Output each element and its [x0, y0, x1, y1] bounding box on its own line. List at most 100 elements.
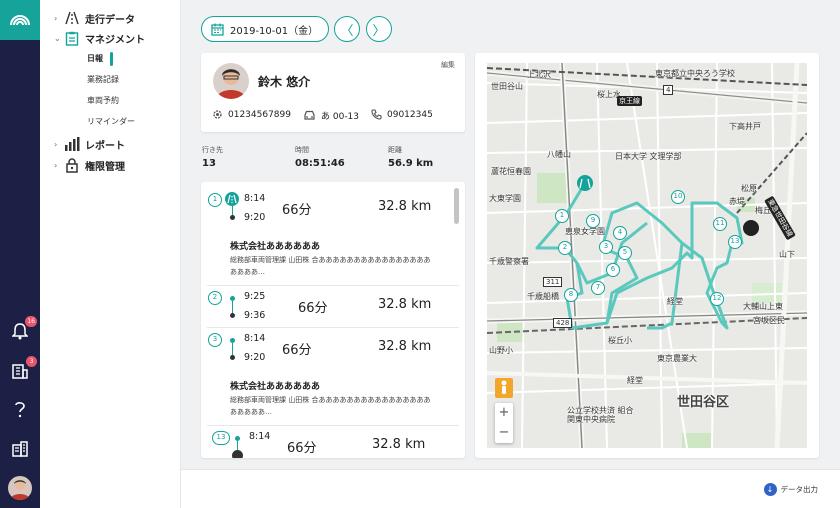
nav-item-daily-report[interactable]: 日報	[87, 52, 103, 66]
trip-distance: 32.8 km	[378, 339, 432, 354]
map-pin[interactable]: 4	[613, 226, 627, 240]
start-marker-icon	[225, 192, 239, 206]
trip-number: 3	[208, 333, 222, 347]
map-pin[interactable]: 1	[555, 209, 569, 223]
clipboard-icon	[64, 30, 80, 46]
user-avatar[interactable]	[8, 476, 32, 500]
nav-group-management[interactable]: ⌄ マネジメント	[54, 30, 145, 46]
driver-name: 鈴木 悠介	[258, 75, 311, 89]
nav-group-label: レポート	[85, 140, 125, 152]
trip-number: 2	[208, 291, 222, 305]
trip-start-time: 8:14	[244, 193, 266, 204]
trip-distance: 32.8 km	[378, 199, 432, 214]
car-icon	[304, 110, 315, 120]
nav-group-report[interactable]: › レポート	[54, 136, 125, 152]
trip-distance: 32.8 km	[372, 437, 426, 452]
nav-item-work-records[interactable]: 業務記録	[87, 73, 119, 87]
trip-end-time: 9:36	[244, 310, 266, 321]
prev-day-button[interactable]: 〈	[334, 16, 360, 42]
export-data-button[interactable]: ↓ データ出力	[763, 483, 819, 496]
map-pin[interactable]: 2	[558, 241, 572, 255]
nav-panel: › 走行データ ⌄ マネジメント 日報 業務記録 車両予約 リマインダー › レ…	[40, 0, 181, 508]
company-icon[interactable]	[9, 438, 31, 460]
stat-time: 時間 08:51:46	[295, 146, 345, 169]
map-pin[interactable]: 10	[671, 190, 685, 204]
next-day-button[interactable]: 〉	[366, 16, 392, 42]
trip-duration: 66分	[298, 301, 328, 316]
map-pin[interactable]: 12	[710, 292, 724, 306]
nav-item-vehicle-reservation[interactable]: 車両予約	[87, 94, 119, 108]
map-pin[interactable]: 3	[599, 240, 613, 254]
map-pin[interactable]: 7	[591, 281, 605, 295]
date-picker[interactable]: 2019-10-01（金）	[201, 16, 329, 42]
chevron-right-icon: 〉	[372, 23, 386, 39]
map-pin[interactable]: 5	[618, 246, 632, 260]
download-icon: ↓	[763, 483, 777, 496]
chevron-right-icon: ›	[54, 13, 58, 23]
trip-duration: 66分	[282, 203, 312, 218]
message-badge: 3	[26, 356, 37, 367]
stat-destinations: 行き先 13	[202, 146, 223, 169]
trip-company: 株式会社ああああああ	[230, 242, 321, 252]
calendar-icon	[211, 23, 224, 36]
building-message-icon[interactable]: 3	[9, 356, 37, 382]
map-pin[interactable]: 6	[606, 263, 620, 277]
export-label: データ出力	[780, 485, 819, 494]
nav-group-permissions[interactable]: › 権限管理	[54, 157, 125, 173]
route-icon	[64, 10, 80, 26]
notification-badge: 16	[25, 316, 37, 327]
edit-link[interactable]: 編集	[441, 60, 455, 70]
map-pin[interactable]: 8	[564, 288, 578, 302]
trip-company: 株式会社ああああああ	[230, 382, 321, 392]
nav-active-indicator	[110, 52, 113, 66]
icon-rail: 16 3	[0, 0, 40, 508]
driver-avatar	[213, 63, 249, 99]
map-pin[interactable]: 9	[586, 214, 600, 228]
nav-group-driving-data[interactable]: › 走行データ	[54, 10, 135, 26]
nav-item-reminder[interactable]: リマインダー	[87, 115, 135, 129]
phone-icon	[371, 109, 382, 120]
phone-number: 09012345	[371, 109, 433, 120]
app-logo-icon[interactable]	[0, 0, 40, 40]
trip-start-time: 8:14	[244, 333, 266, 344]
trip-list-scrollbar[interactable]	[454, 188, 459, 224]
zoom-out-button[interactable]: −	[495, 423, 513, 443]
route-map[interactable]: 上北沢 世田谷山 八幡山 蘆花恒春園 大東学園 日本大学 文理学部 桜上水 京王…	[487, 63, 807, 448]
bell-icon[interactable]: 16	[9, 316, 37, 342]
trip-number: 13	[212, 431, 230, 445]
trip-start-time: 9:25	[244, 291, 266, 302]
trip-end-time: 9:20	[244, 212, 266, 223]
trip-start-time: 8:14	[249, 431, 271, 442]
trip-description: 総務部車両管理課 山田株 合ああああああああああああああああああああ…	[230, 256, 431, 276]
lock-icon	[64, 157, 80, 173]
trip-number: 1	[208, 193, 222, 207]
stat-distance: 距離 56.9 km	[388, 146, 434, 169]
chevron-right-icon: ›	[54, 139, 58, 149]
nav-group-label: マネジメント	[85, 34, 145, 46]
map-pin[interactable]: 13	[728, 235, 742, 249]
gear-icon	[213, 110, 222, 119]
trip-distance: 32.8 km	[378, 297, 432, 312]
route-pins	[577, 175, 759, 236]
bar-chart-icon	[64, 136, 80, 152]
nav-group-label: 走行データ	[85, 14, 135, 26]
chevron-down-icon: ⌄	[54, 33, 61, 43]
street-view-pegman-icon[interactable]	[495, 378, 513, 398]
chevron-left-icon: 〈	[340, 23, 354, 39]
trip-duration: 66分	[287, 441, 317, 456]
chevron-right-icon: ›	[54, 160, 58, 170]
zoom-control: + −	[495, 403, 513, 443]
nav-group-label: 権限管理	[85, 161, 125, 173]
footer-bar: ↓ データ出力	[181, 469, 840, 508]
device-id: 01234567899	[212, 109, 291, 120]
vehicle-plate: あ 00-13	[303, 109, 359, 122]
trip-description: 総務部車両管理課 山田株 合あああああああああああああああああああああ…	[230, 396, 431, 416]
map-pin[interactable]: 11	[713, 217, 727, 231]
trip-list: 1 8:14 9:20 66分 32.8 km 株式会社ああああああ 総務部車両…	[201, 182, 465, 458]
date-value: 2019-10-01（金）	[230, 25, 319, 37]
trip-duration: 66分	[282, 343, 312, 358]
zoom-in-button[interactable]: +	[495, 403, 513, 423]
trip-end-time: 9:20	[244, 352, 266, 363]
map-card: 上北沢 世田谷山 八幡山 蘆花恒春園 大東学園 日本大学 文理学部 桜上水 京王…	[475, 53, 819, 458]
help-icon[interactable]	[9, 398, 31, 420]
